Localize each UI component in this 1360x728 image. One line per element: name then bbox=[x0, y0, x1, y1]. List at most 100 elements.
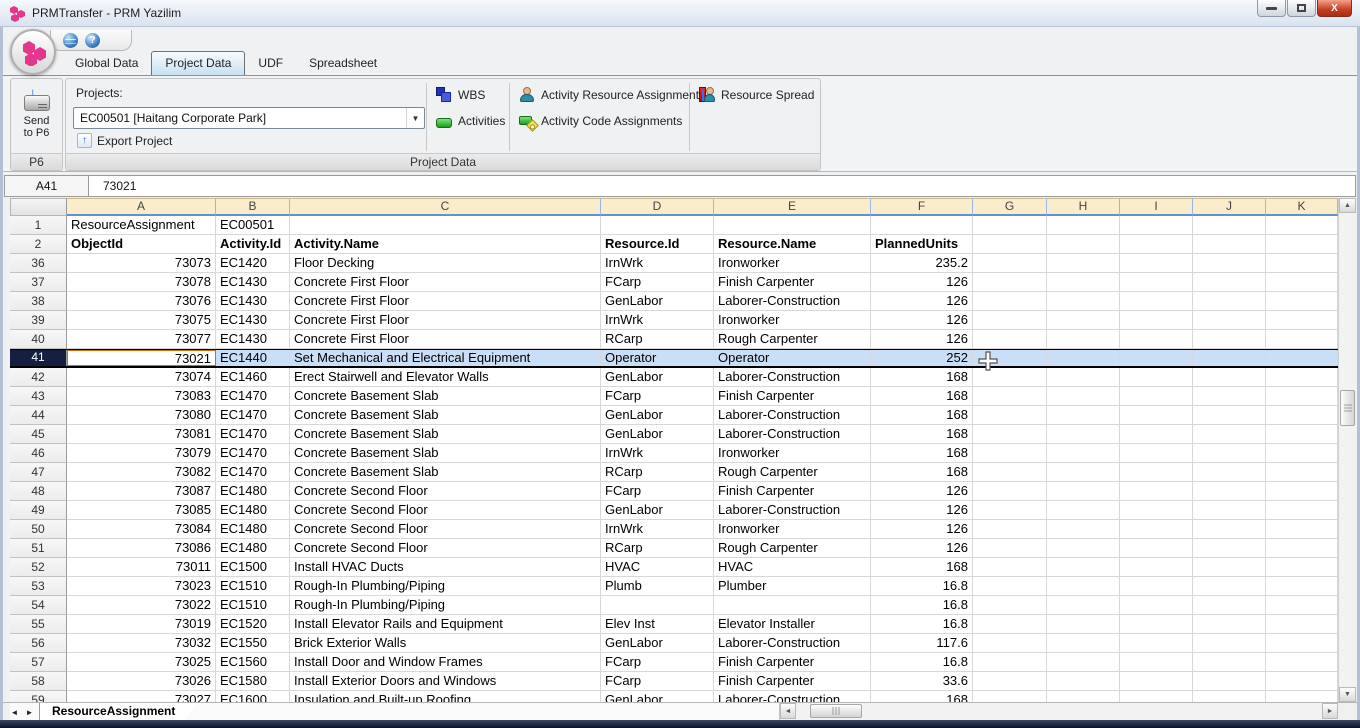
sheet-tab-resourceassignment[interactable]: ResourceAssignment bbox=[39, 703, 197, 720]
cell-B46[interactable]: EC1470 bbox=[216, 444, 290, 463]
cell-A46[interactable]: 73079 bbox=[67, 444, 216, 463]
horizontal-scroll-thumb[interactable] bbox=[810, 704, 862, 718]
cell-E41[interactable]: Operator bbox=[714, 350, 871, 366]
cell-B56[interactable]: EC1550 bbox=[216, 634, 290, 653]
cell-D52[interactable]: HVAC bbox=[601, 558, 714, 577]
cell-K49[interactable] bbox=[1266, 501, 1338, 520]
cell-H40[interactable] bbox=[1047, 330, 1120, 349]
cell-I54[interactable] bbox=[1120, 596, 1193, 615]
cell-G1[interactable] bbox=[973, 216, 1047, 235]
cell-B58[interactable]: EC1580 bbox=[216, 672, 290, 691]
cell-C57[interactable]: Install Door and Window Frames bbox=[290, 653, 601, 672]
cell-J2[interactable] bbox=[1193, 235, 1266, 254]
cell-C49[interactable]: Concrete Second Floor bbox=[290, 501, 601, 520]
cell-A42[interactable]: 73074 bbox=[67, 368, 216, 387]
cell-I1[interactable] bbox=[1120, 216, 1193, 235]
cell-E2[interactable]: Resource.Name bbox=[714, 235, 871, 254]
cell-C44[interactable]: Concrete Basement Slab bbox=[290, 406, 601, 425]
cell-D44[interactable]: GenLabor bbox=[601, 406, 714, 425]
cell-C58[interactable]: Install Exterior Doors and Windows bbox=[290, 672, 601, 691]
row-header-48[interactable]: 48 bbox=[10, 482, 67, 501]
cell-J36[interactable] bbox=[1193, 254, 1266, 273]
cell-F2[interactable]: PlannedUnits bbox=[871, 235, 973, 254]
cell-B2[interactable]: Activity.Id bbox=[216, 235, 290, 254]
tab-project-data[interactable]: Project Data bbox=[151, 51, 245, 75]
cell-J48[interactable] bbox=[1193, 482, 1266, 501]
horizontal-scrollbar[interactable]: ◄ ► bbox=[780, 703, 1338, 720]
vertical-scroll-thumb[interactable] bbox=[1340, 390, 1355, 426]
cell-C42[interactable]: Erect Stairwell and Elevator Walls bbox=[290, 368, 601, 387]
cell-E58[interactable]: Finish Carpenter bbox=[714, 672, 871, 691]
cell-F1[interactable] bbox=[871, 216, 973, 235]
cell-C56[interactable]: Brick Exterior Walls bbox=[290, 634, 601, 653]
cell-G40[interactable] bbox=[973, 330, 1047, 349]
cell-D57[interactable]: FCarp bbox=[601, 653, 714, 672]
cell-B1[interactable]: EC00501 bbox=[216, 216, 290, 235]
cell-I36[interactable] bbox=[1120, 254, 1193, 273]
cell-F52[interactable]: 168 bbox=[871, 558, 973, 577]
cell-C37[interactable]: Concrete First Floor bbox=[290, 273, 601, 292]
cell-I42[interactable] bbox=[1120, 368, 1193, 387]
cell-J38[interactable] bbox=[1193, 292, 1266, 311]
cell-G54[interactable] bbox=[973, 596, 1047, 615]
cell-K54[interactable] bbox=[1266, 596, 1338, 615]
column-header-A[interactable]: A bbox=[67, 198, 216, 216]
cell-D36[interactable]: IrnWrk bbox=[601, 254, 714, 273]
cell-B53[interactable]: EC1510 bbox=[216, 577, 290, 596]
cell-D59[interactable]: GenLabor bbox=[601, 691, 714, 702]
cell-D58[interactable]: FCarp bbox=[601, 672, 714, 691]
cell-C50[interactable]: Concrete Second Floor bbox=[290, 520, 601, 539]
column-header-E[interactable]: E bbox=[714, 198, 871, 216]
cell-K1[interactable] bbox=[1266, 216, 1338, 235]
cell-B57[interactable]: EC1560 bbox=[216, 653, 290, 672]
cell-G58[interactable] bbox=[973, 672, 1047, 691]
cell-B51[interactable]: EC1480 bbox=[216, 539, 290, 558]
row-header-39[interactable]: 39 bbox=[10, 311, 67, 330]
cell-F53[interactable]: 16.8 bbox=[871, 577, 973, 596]
cell-A50[interactable]: 73084 bbox=[67, 520, 216, 539]
cell-A54[interactable]: 73022 bbox=[67, 596, 216, 615]
cell-G36[interactable] bbox=[973, 254, 1047, 273]
cell-D56[interactable]: GenLabor bbox=[601, 634, 714, 653]
wbs-button[interactable]: WBS bbox=[436, 85, 485, 105]
cell-A41[interactable]: 73021 bbox=[67, 350, 216, 366]
cell-I46[interactable] bbox=[1120, 444, 1193, 463]
cell-B39[interactable]: EC1430 bbox=[216, 311, 290, 330]
cell-D40[interactable]: RCarp bbox=[601, 330, 714, 349]
column-header-K[interactable]: K bbox=[1266, 198, 1338, 216]
cell-C52[interactable]: Install HVAC Ducts bbox=[290, 558, 601, 577]
cell-D45[interactable]: GenLabor bbox=[601, 425, 714, 444]
row-header-46[interactable]: 46 bbox=[10, 444, 67, 463]
scroll-left-button[interactable]: ◄ bbox=[780, 703, 796, 719]
cell-J44[interactable] bbox=[1193, 406, 1266, 425]
cell-K48[interactable] bbox=[1266, 482, 1338, 501]
cell-I2[interactable] bbox=[1120, 235, 1193, 254]
cell-A40[interactable]: 73077 bbox=[67, 330, 216, 349]
cell-I37[interactable] bbox=[1120, 273, 1193, 292]
cell-C41[interactable]: Set Mechanical and Electrical Equipment bbox=[290, 350, 601, 366]
cell-F43[interactable]: 168 bbox=[871, 387, 973, 406]
cell-K36[interactable] bbox=[1266, 254, 1338, 273]
cell-H1[interactable] bbox=[1047, 216, 1120, 235]
cell-H38[interactable] bbox=[1047, 292, 1120, 311]
cell-J57[interactable] bbox=[1193, 653, 1266, 672]
row-header-2[interactable]: 2 bbox=[10, 235, 67, 254]
row-header-36[interactable]: 36 bbox=[10, 254, 67, 273]
cell-A47[interactable]: 73082 bbox=[67, 463, 216, 482]
cell-H57[interactable] bbox=[1047, 653, 1120, 672]
cell-J54[interactable] bbox=[1193, 596, 1266, 615]
column-header-G[interactable]: G bbox=[973, 198, 1047, 216]
cell-F59[interactable]: 168 bbox=[871, 691, 973, 702]
cell-H55[interactable] bbox=[1047, 615, 1120, 634]
cell-G48[interactable] bbox=[973, 482, 1047, 501]
cell-D48[interactable]: FCarp bbox=[601, 482, 714, 501]
cell-I56[interactable] bbox=[1120, 634, 1193, 653]
cell-J50[interactable] bbox=[1193, 520, 1266, 539]
cell-B42[interactable]: EC1460 bbox=[216, 368, 290, 387]
cell-H50[interactable] bbox=[1047, 520, 1120, 539]
cell-C46[interactable]: Concrete Basement Slab bbox=[290, 444, 601, 463]
cell-F36[interactable]: 235.2 bbox=[871, 254, 973, 273]
cell-E48[interactable]: Finish Carpenter bbox=[714, 482, 871, 501]
cell-I59[interactable] bbox=[1120, 691, 1193, 702]
cell-H53[interactable] bbox=[1047, 577, 1120, 596]
